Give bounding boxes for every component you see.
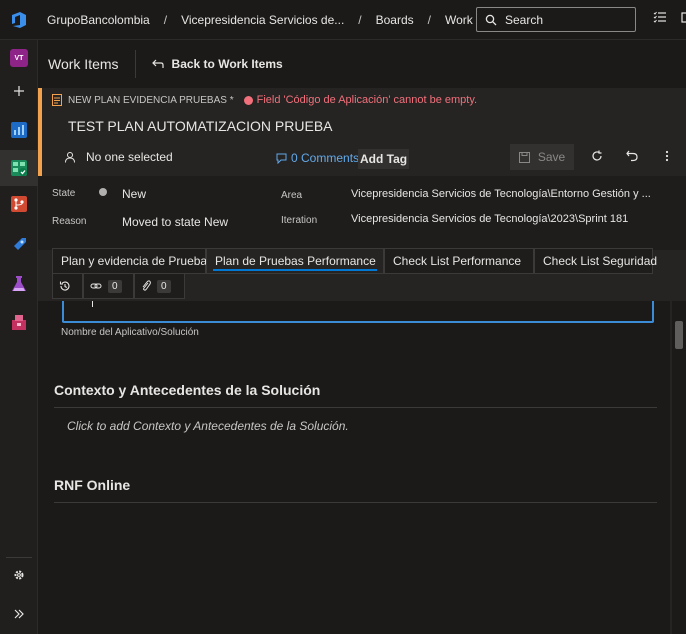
text-cursor	[92, 301, 93, 307]
header-divider	[134, 50, 136, 78]
link-icon	[90, 283, 102, 289]
breadcrumb-project[interactable]: Vicepresidencia Servicios de...	[181, 13, 344, 27]
assigned-to-value: No one selected	[86, 150, 173, 164]
links-tab[interactable]: 0	[83, 273, 134, 299]
section-title-contexto: Contexto y Antecedentes de la Solución	[54, 382, 321, 398]
nombre-aplicativo-label: Nombre del Aplicativo/Solución	[61, 327, 199, 338]
avatar: VT	[10, 49, 28, 67]
work-item-header: NEW PLAN EVIDENCIA PRUEBAS * Field 'Códi…	[38, 88, 686, 176]
tab-check-list-seguridad[interactable]: Check List Seguridad	[534, 248, 657, 274]
breadcrumb-separator: /	[358, 12, 362, 27]
area-value[interactable]: Vicepresidencia Servicios de Tecnología\…	[351, 188, 651, 200]
work-item-form: NEW PLAN EVIDENCIA PRUEBAS * Field 'Códi…	[38, 88, 686, 634]
history-icon	[59, 281, 70, 291]
work-item-fields: State New Reason Moved to state New Area…	[38, 176, 686, 250]
search-icon	[485, 14, 497, 25]
gear-icon[interactable]	[0, 557, 38, 593]
contexto-editor[interactable]: Click to add Contexto y Antecedentes de …	[67, 419, 349, 433]
state-label: State	[52, 188, 76, 199]
page-header: Work Items Back to Work Items	[38, 40, 686, 88]
search-box[interactable]: Search	[476, 7, 636, 32]
work-item-type-color-bar	[38, 88, 42, 176]
tab-check-list-performance[interactable]: Check List Performance	[384, 248, 534, 274]
reason-value[interactable]: Moved to state New	[122, 215, 228, 229]
comments-count: 0 Comments	[291, 151, 360, 165]
top-bar: GrupoBancolombia / Vicepresidencia Servi…	[0, 0, 686, 40]
attachments-count: 0	[157, 279, 171, 293]
left-navigation-rail: VT	[0, 40, 38, 634]
tab-label: Plan y evidencia de Pruebas	[61, 254, 214, 268]
assigned-to-field[interactable]: No one selected	[64, 150, 173, 164]
refresh-icon[interactable]	[591, 150, 603, 162]
vertical-scrollbar[interactable]	[672, 301, 686, 634]
comment-icon	[276, 153, 287, 164]
nombre-aplicativo-input[interactable]	[62, 301, 654, 323]
validation-error: Field 'Código de Aplicación' cannot be e…	[243, 94, 478, 106]
tab-label: Check List Performance	[393, 254, 522, 268]
save-button[interactable]: Save	[510, 144, 574, 170]
breadcrumb-organization[interactable]: GrupoBancolombia	[47, 13, 150, 27]
search-placeholder: Search	[505, 12, 544, 27]
save-label: Save	[537, 150, 566, 164]
scrollbar-thumb[interactable]	[675, 321, 683, 349]
paperclip-icon	[142, 280, 151, 291]
task-list-icon[interactable]	[653, 10, 667, 24]
area-label: Area	[281, 190, 303, 201]
section-divider	[54, 502, 657, 503]
section-divider	[54, 407, 657, 408]
azure-devops-logo-icon[interactable]	[0, 0, 38, 40]
person-icon	[65, 152, 75, 163]
save-icon	[518, 151, 530, 163]
error-message: Field 'Código de Aplicación' cannot be e…	[256, 94, 478, 106]
double-chevron-right-icon[interactable]	[0, 596, 38, 632]
iteration-label: Iteration	[281, 215, 318, 226]
undo-icon[interactable]	[626, 150, 638, 162]
tab-content: Nombre del Aplicativo/Solución Contexto …	[38, 301, 670, 634]
back-label: Back to Work Items	[171, 57, 283, 71]
state-value[interactable]: New	[122, 187, 146, 201]
back-arrow-icon	[151, 59, 164, 68]
back-to-work-items-button[interactable]: Back to Work Items	[151, 57, 283, 71]
organization-avatar[interactable]: VT	[0, 40, 38, 76]
active-tab-indicator	[213, 269, 377, 271]
work-item-title[interactable]: TEST PLAN AUTOMATIZACION PRUEBA	[68, 118, 333, 134]
history-tab[interactable]	[52, 273, 83, 299]
repos-icon[interactable]	[0, 186, 38, 222]
tab-label: Plan de Pruebas Performance	[215, 254, 376, 268]
more-actions-icon[interactable]	[665, 150, 669, 162]
tab-plan-y-evidencia[interactable]: Plan y evidencia de Pruebas	[52, 248, 213, 274]
add-icon[interactable]	[0, 73, 38, 109]
state-indicator-dot	[99, 188, 107, 196]
test-plans-icon[interactable]	[0, 266, 38, 302]
overview-icon[interactable]	[0, 112, 38, 148]
breadcrumb-separator: /	[163, 12, 168, 27]
breadcrumb-boards[interactable]: Boards	[376, 13, 414, 27]
boards-icon[interactable]	[0, 150, 38, 186]
section-title-rnf-online: RNF Online	[54, 477, 131, 493]
artifacts-icon[interactable]	[0, 304, 38, 340]
shopping-bag-icon[interactable]	[680, 10, 686, 24]
comments-link[interactable]: 0 Comments	[276, 151, 359, 165]
tab-plan-de-pruebas-performance[interactable]: Plan de Pruebas Performance	[206, 248, 384, 274]
work-item-type-icon	[52, 94, 62, 106]
add-tag-button[interactable]: Add Tag	[358, 149, 410, 169]
attachments-tab[interactable]: 0	[134, 273, 185, 299]
links-count: 0	[108, 279, 122, 293]
reason-label: Reason	[52, 216, 87, 227]
work-item-type-label: NEW PLAN EVIDENCIA PRUEBAS *	[68, 94, 234, 106]
pipelines-icon[interactable]	[0, 227, 38, 263]
breadcrumb-separator: /	[427, 12, 431, 27]
work-item-type-line: NEW PLAN EVIDENCIA PRUEBAS * Field 'Códi…	[52, 94, 477, 106]
error-icon	[243, 95, 253, 105]
page-tabs: Plan y evidencia de Pruebas Plan de Prue…	[52, 248, 672, 299]
tab-label: Check List Seguridad	[543, 254, 658, 268]
page-title: Work Items	[48, 56, 119, 72]
iteration-value[interactable]: Vicepresidencia Servicios de Tecnología\…	[351, 213, 628, 225]
